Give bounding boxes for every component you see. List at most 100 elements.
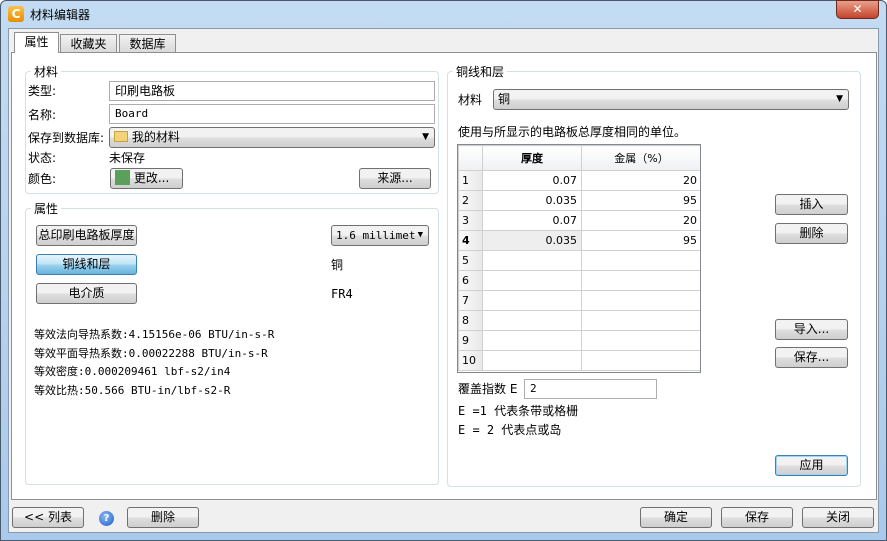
cell-rownum: 2 xyxy=(458,190,483,211)
close-window-button[interactable]: ✕ xyxy=(836,0,879,19)
cell-rownum: 10 xyxy=(458,350,483,371)
save-db-select[interactable]: 我的材料 ▼ xyxy=(109,127,435,148)
cell-metal[interactable]: 95 xyxy=(581,230,700,251)
table-row[interactable]: 2 0.035 95 xyxy=(458,190,700,211)
copper-material-select[interactable]: 铜 ▼ xyxy=(493,89,849,110)
coverage-note-1: E =1 代表条带或格栅 xyxy=(458,404,579,418)
type-field[interactable]: 印刷电路板 xyxy=(109,81,435,101)
app-icon: C xyxy=(8,6,24,22)
table-row[interactable]: 10 xyxy=(458,350,700,371)
status-value: 未保存 xyxy=(109,151,146,165)
cell-thickness[interactable]: 0.07 xyxy=(482,210,582,231)
cell-thickness[interactable] xyxy=(482,350,582,371)
material-group-label: 材料 xyxy=(31,63,62,80)
copper-material-value: 铜 xyxy=(498,92,511,106)
delete-material-button[interactable]: 删除 xyxy=(127,507,199,528)
cell-rownum: 9 xyxy=(458,330,483,351)
copper-material-label: 材料 xyxy=(458,93,483,107)
thickness-select[interactable]: 1.6 millimet ▼ xyxy=(331,225,429,246)
table-row[interactable]: 6 xyxy=(458,270,700,291)
save-db-label: 保存到数据库: xyxy=(28,131,105,145)
save-db-value: 我的材料 xyxy=(131,130,180,144)
cell-rownum: 5 xyxy=(458,250,483,271)
help-icon[interactable]: ? xyxy=(99,511,114,526)
cell-thickness[interactable] xyxy=(482,270,582,291)
coverage-note-2: E = 2 代表点或岛 xyxy=(458,423,562,437)
chevron-down-icon: ▼ xyxy=(417,230,423,240)
cell-metal[interactable] xyxy=(581,350,700,371)
source-button[interactable]: 来源... xyxy=(359,168,431,189)
cell-thickness[interactable] xyxy=(482,310,582,331)
cell-metal[interactable]: 20 xyxy=(581,210,700,231)
cell-metal[interactable]: 95 xyxy=(581,190,700,211)
total-thickness-button[interactable]: 总印刷电路板厚度 xyxy=(36,225,137,246)
planar-conductivity: 等效平面导热系数:0.00022288 BTU/in-s-R xyxy=(34,346,268,360)
cell-rownum: 6 xyxy=(458,270,483,291)
cell-thickness[interactable]: 0.07 xyxy=(482,170,582,191)
chevron-down-icon: ▼ xyxy=(422,132,429,142)
apply-button[interactable]: 应用 xyxy=(775,455,848,476)
cell-metal[interactable] xyxy=(581,270,700,291)
insert-button[interactable]: 插入 xyxy=(775,194,848,215)
table-row[interactable]: 4 0.035 95 xyxy=(458,230,700,251)
cell-rownum: 7 xyxy=(458,290,483,311)
cell-rownum: 1 xyxy=(458,170,483,191)
coverage-field[interactable]: 2 xyxy=(524,379,657,399)
cell-rownum: 4 xyxy=(458,230,483,251)
tab-properties[interactable]: 属性 xyxy=(14,32,59,53)
save-layers-button[interactable]: 保存... xyxy=(775,347,848,368)
column-header-rownum xyxy=(458,145,483,171)
name-field[interactable]: Board xyxy=(109,104,435,124)
delete-row-button[interactable]: 删除 xyxy=(775,223,848,244)
specific-heat: 等效比热:50.566 BTU-in/lbf-s2-R xyxy=(34,383,231,397)
color-swatch xyxy=(115,170,130,185)
save-button[interactable]: 保存 xyxy=(721,507,793,528)
units-hint: 使用与所显示的电路板总厚度相同的单位。 xyxy=(458,125,687,139)
ok-button[interactable]: 确定 xyxy=(640,507,712,528)
column-header-metal[interactable]: 金属（%） xyxy=(581,145,700,171)
cell-metal[interactable] xyxy=(581,310,700,331)
layers-table[interactable]: 厚度 金属（%） 1 0.07 20 2 0.035 95 3 0.07 20 4 0.035 95 5… xyxy=(457,144,701,373)
equivalent-properties: 等效法向导热系数:4.15156e-06 BTU/in-s-R 等效平面导热系数… xyxy=(34,326,274,400)
cell-thickness[interactable]: 0.035 xyxy=(482,230,582,251)
cell-metal[interactable] xyxy=(581,250,700,271)
cell-metal[interactable] xyxy=(581,290,700,311)
properties-group-label: 属性 xyxy=(31,200,62,217)
dielectric-button[interactable]: 电介质 xyxy=(36,283,137,304)
cell-rownum: 3 xyxy=(458,210,483,231)
folder-icon xyxy=(114,131,128,142)
cell-thickness[interactable] xyxy=(482,250,582,271)
change-color-button[interactable]: 更改... xyxy=(110,168,183,189)
copper-layers-button[interactable]: 铜线和层 xyxy=(36,254,137,275)
thickness-value: 1.6 millimet xyxy=(336,229,416,242)
close-button[interactable]: 关闭 xyxy=(802,507,874,528)
cell-rownum: 8 xyxy=(458,310,483,331)
normal-conductivity: 等效法向导热系数:4.15156e-06 BTU/in-s-R xyxy=(34,328,275,341)
table-row[interactable]: 9 xyxy=(458,330,700,351)
color-label: 颜色: xyxy=(28,172,57,186)
dielectric-value: FR4 xyxy=(331,287,353,301)
status-label: 状态: xyxy=(28,151,57,165)
column-header-thickness[interactable]: 厚度 xyxy=(482,145,582,171)
cell-thickness[interactable] xyxy=(482,290,582,311)
cell-thickness[interactable]: 0.035 xyxy=(482,190,582,211)
name-label: 名称: xyxy=(28,108,57,122)
table-row[interactable]: 8 xyxy=(458,310,700,331)
import-button[interactable]: 导入... xyxy=(775,319,848,340)
title-bar[interactable]: C 材料编辑器 ✕ xyxy=(0,0,887,28)
cell-metal[interactable]: 20 xyxy=(581,170,700,191)
table-row[interactable]: 5 xyxy=(458,250,700,271)
table-row[interactable]: 3 0.07 20 xyxy=(458,210,700,231)
copper-value: 铜 xyxy=(331,258,344,272)
copper-group-label: 铜线和层 xyxy=(453,63,508,80)
tab-favorites[interactable]: 收藏夹 xyxy=(60,34,117,53)
density: 等效密度:0.000209461 lbf-s2/in4 xyxy=(34,365,231,378)
type-label: 类型: xyxy=(28,84,57,98)
table-row[interactable]: 7 xyxy=(458,290,700,311)
table-row[interactable]: 1 0.07 20 xyxy=(458,170,700,191)
tab-database[interactable]: 数据库 xyxy=(119,34,176,53)
cell-thickness[interactable] xyxy=(482,330,582,351)
change-color-label: 更改... xyxy=(133,171,170,185)
list-button[interactable]: << 列表 xyxy=(12,507,84,528)
cell-metal[interactable] xyxy=(581,330,700,351)
